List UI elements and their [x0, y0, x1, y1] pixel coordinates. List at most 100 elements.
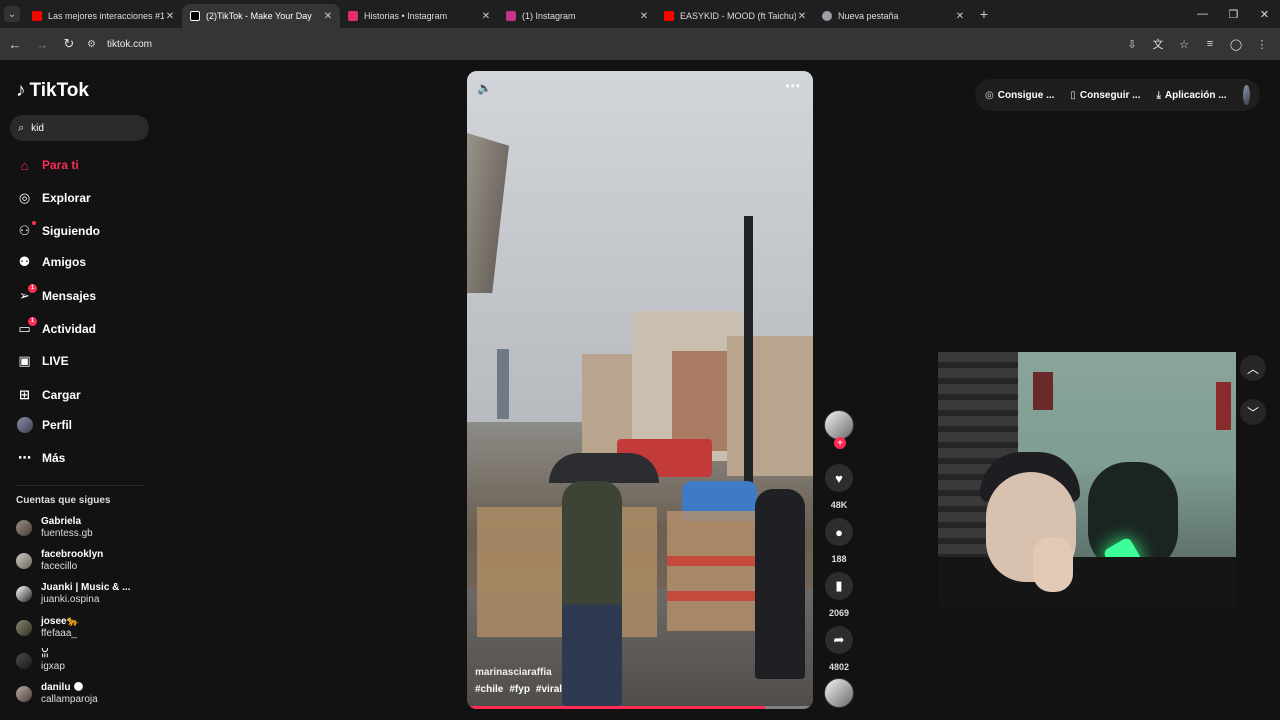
avatar: [16, 417, 33, 433]
sidebar-item-cargar[interactable]: ⊞ Cargar: [16, 385, 81, 405]
share-count: 4802: [828, 662, 850, 672]
sidebar-item-live[interactable]: ▣ LIVE: [16, 351, 68, 371]
url-text: tiktok.com: [107, 38, 153, 50]
like-button[interactable]: ♥: [825, 464, 853, 492]
minimize-button[interactable]: —: [1187, 0, 1218, 28]
upload-icon: ⊞: [19, 387, 30, 402]
close-icon[interactable]: ✕: [164, 11, 176, 22]
close-icon[interactable]: ✕: [322, 11, 334, 22]
translate-icon[interactable]: 文: [1148, 32, 1168, 56]
sidebar-item-perfil[interactable]: Perfil: [16, 415, 72, 435]
user-avatar[interactable]: [1242, 85, 1250, 105]
account-username: igxap: [41, 661, 65, 672]
new-tab-button[interactable]: +: [972, 6, 996, 22]
youtube-icon: [664, 11, 674, 21]
download-app-button[interactable]: ⤓ Aplicación ...: [1156, 90, 1226, 101]
account-username: facecillo: [41, 561, 78, 572]
sidebar-item-label: Mensajes: [42, 289, 97, 303]
sidebar-item-label: Más: [42, 451, 66, 465]
video-author[interactable]: marinasciaraffia: [475, 667, 552, 678]
hashtag-link[interactable]: #fyp: [509, 684, 530, 695]
browser-tab-bar: ⌄ Las mejores interacciones #13 | ✕ (2)T…: [0, 0, 1280, 28]
sidebar-item-label: Siguiendo: [42, 224, 100, 238]
tab-title: (2)TikTok - Make Your Day: [206, 11, 312, 21]
get-coins-button[interactable]: ◎ Consigue ...: [985, 90, 1054, 101]
video-scene-tower: [497, 349, 509, 419]
sidebar-item-actividad[interactable]: ▭ 1 Actividad: [16, 316, 97, 339]
following-account[interactable]: Juanki | Music & ... juanki.ospina: [16, 582, 131, 606]
arrow-left-icon: ←: [8, 36, 22, 52]
hashtag-link[interactable]: #viral: [536, 684, 562, 695]
close-icon[interactable]: ✕: [480, 11, 492, 22]
hashtag-link[interactable]: #chile: [475, 684, 503, 695]
sidebar-item-mensajes[interactable]: ➢ 1 Mensajes: [16, 283, 97, 306]
close-icon[interactable]: ✕: [638, 11, 650, 22]
browser-menu-icon[interactable]: ⋮: [1252, 32, 1272, 56]
back-button[interactable]: ←: [3, 32, 27, 56]
share-button[interactable]: ➦: [825, 626, 853, 654]
tab-title: Historias • Instagram: [364, 11, 448, 21]
avatar: [16, 520, 32, 536]
next-video-button[interactable]: ﹀: [1240, 399, 1266, 425]
reload-button[interactable]: ↻: [57, 32, 81, 56]
coin-icon: ◎: [985, 89, 994, 101]
forward-button[interactable]: →: [30, 32, 54, 56]
tiktok-logo[interactable]: ♪ TikTok: [16, 80, 89, 102]
profile-icon[interactable]: ◯: [1226, 32, 1246, 56]
activity-icon: ▭ 1: [16, 316, 37, 338]
close-icon[interactable]: ✕: [954, 11, 966, 22]
following-account[interactable]: josee🐆 ffefaaa_: [16, 616, 79, 640]
sidebar-item-mas[interactable]: ⋯ Más: [16, 448, 65, 468]
creator-avatar[interactable]: [824, 410, 854, 440]
following-account[interactable]: Gabriela fuentess.gb: [16, 516, 93, 540]
video-scene-umbrella: [549, 453, 659, 483]
bookmark-star-icon[interactable]: ☆: [1174, 32, 1194, 56]
account-username: juanki.ospina: [41, 594, 100, 605]
search-bar[interactable]: ⌕: [10, 115, 149, 141]
sidebar-item-explorar[interactable]: ◎ Explorar: [16, 188, 91, 208]
sound-avatar[interactable]: [824, 678, 854, 708]
follow-plus-icon[interactable]: +: [834, 437, 846, 449]
save-button[interactable]: ▮: [825, 572, 853, 600]
browser-tab-1[interactable]: (2)TikTok - Make Your Day ✕: [182, 4, 340, 28]
browser-tab-3[interactable]: (1) Instagram ✕: [498, 4, 656, 28]
logo-text: TikTok: [29, 80, 89, 101]
following-account[interactable]: facebrooklyn facecillo: [16, 549, 103, 573]
chevron-up-icon: ︿: [1246, 361, 1259, 376]
volume-icon[interactable]: 🔈: [477, 81, 492, 95]
following-account[interactable]: danilu 🌑 callamparoja: [16, 682, 98, 706]
following-account[interactable]: ꈍ igxap: [16, 649, 65, 673]
browser-tab-4[interactable]: EASYKID - MOOD (ft Taichu) - Y ✕: [656, 4, 814, 28]
browser-tab-2[interactable]: Historias • Instagram ✕: [340, 4, 498, 28]
top-actions-bar: ◎ Consigue ... ▯ Conseguir ... ⤓ Aplicación…: [975, 79, 1260, 111]
previous-video-button[interactable]: ︿: [1240, 355, 1266, 381]
account-name: ꈍ: [41, 649, 49, 660]
live-icon: ▣: [18, 353, 31, 368]
browser-tab-5[interactable]: Nueva pestaña ✕: [814, 4, 972, 28]
install-app-icon[interactable]: ⇩: [1122, 32, 1142, 56]
video-player[interactable]: 🔈 ••• marinasciaraffia #chile #fyp #vira…: [467, 71, 813, 709]
sidebar-item-label: Actividad: [42, 322, 97, 336]
sidebar-item-para-ti[interactable]: ⌂ Para ti: [16, 155, 79, 175]
maximize-button[interactable]: ❐: [1218, 0, 1249, 28]
tab-title: Las mejores interacciones #13 |: [48, 11, 164, 21]
address-bar[interactable]: ⚙ tiktok.com: [87, 32, 152, 56]
home-icon: ⌂: [20, 157, 29, 173]
comment-button[interactable]: ●: [825, 518, 853, 546]
video-more-icon[interactable]: •••: [785, 79, 801, 93]
sidebar-item-siguiendo[interactable]: ⚇ Siguiendo: [16, 220, 100, 241]
close-icon[interactable]: ✕: [796, 11, 808, 22]
account-name: Gabriela: [41, 516, 82, 527]
browser-tab-0[interactable]: Las mejores interacciones #13 | ✕: [24, 4, 182, 28]
window-close-button[interactable]: ✕: [1249, 0, 1280, 28]
get-app-button[interactable]: ▯ Conseguir ...: [1070, 90, 1140, 101]
tab-search-button[interactable]: ⌄: [0, 0, 24, 28]
search-input[interactable]: [31, 122, 132, 134]
reading-list-icon[interactable]: ≡: [1200, 32, 1220, 56]
sidebar-item-amigos[interactable]: ⚉ Amigos: [16, 252, 86, 272]
site-info-icon[interactable]: ⚙: [87, 39, 101, 50]
sidebar-item-label: Cargar: [42, 388, 81, 402]
video-progress-bar[interactable]: [467, 706, 813, 709]
avatar: [16, 620, 32, 636]
browser-toolbar: ← → ↻ ⚙ tiktok.com ⇩ 文 ☆ ≡ ◯ ⋮: [0, 28, 1280, 60]
